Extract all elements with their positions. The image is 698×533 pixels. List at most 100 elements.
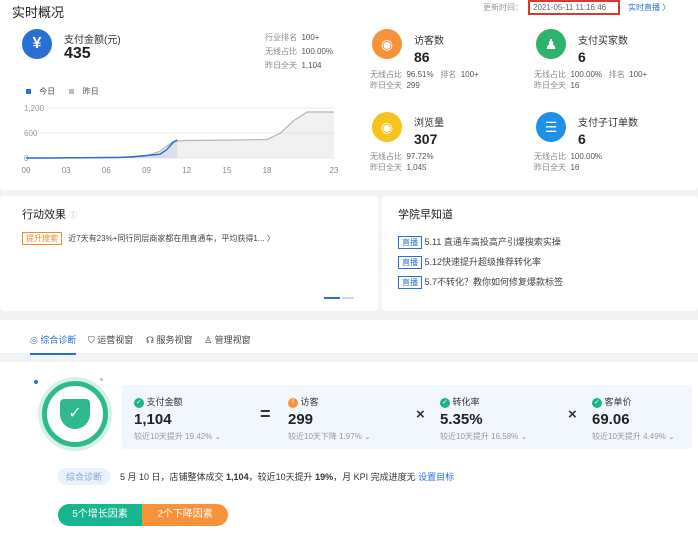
x-tick-label: 12 (182, 166, 191, 175)
metric-name: 访客数 (414, 36, 444, 47)
summary-text: ，较近10天提升 (248, 472, 316, 482)
metric-value: 307 (414, 131, 438, 147)
news-text: 5.12快速提升超级推荐转化率 (424, 257, 542, 267)
op-times: × (568, 406, 577, 423)
news-item[interactable]: 直播 5.7不转化？教你如何修复爆款标签 (398, 276, 563, 289)
legend-yesterday: 昨日 (82, 87, 99, 96)
chevron-down-icon[interactable]: ⌄ (215, 432, 222, 441)
update-time: 2021-05-11 11:16:46 (528, 0, 620, 15)
academy-title: 学院早知道 (398, 209, 453, 221)
tab-service[interactable]: ☊ 服务视窗 (146, 333, 193, 346)
formula-value: 1,104 (134, 411, 172, 428)
warning-icon: ! (288, 397, 298, 408)
metric-name: 支付买家数 (578, 36, 628, 47)
metric-suborders: 支付子订单数 6 无线占比 100.00% 昨日全天 16 (534, 114, 694, 173)
x-tick-label: 15 (222, 166, 231, 175)
op-times: × (416, 406, 425, 423)
yen-icon: ¥ (22, 29, 52, 59)
action-text: 近7天有23%+同行同层商家都在用直通车，平均获得1... 〉 (68, 234, 275, 243)
summary-text: 5 月 10 日，店铺整体成交 (120, 472, 227, 482)
metric-name: 支付子订单数 (578, 118, 638, 129)
metric-pageviews: 浏览量 307 无线占比 97.72% 昨日全天 1,045 (370, 114, 530, 173)
formula-value: 69.06 (592, 411, 630, 428)
op-equals: = (260, 404, 271, 424)
live-tag: 直播 (398, 236, 422, 249)
pay-amount-stats: 行业排名 100+ 无线占比 100.00% 昨日全天 1,104 (265, 33, 334, 70)
metric-stats: 无线占比 97.72% 昨日全天 1,045 (370, 152, 434, 172)
chevron-down-icon[interactable]: ⌄ (668, 432, 675, 441)
summary-amount: 1,104 (226, 472, 249, 482)
tab-diagnosis[interactable]: ◎ 综合诊断 (30, 333, 77, 355)
decline-factors-pill[interactable]: 2个下降因素 (142, 504, 228, 526)
series-yesterday-area (26, 112, 334, 158)
action-row[interactable]: 提升搜索 近7天有23%+同行同层商家都在用直通车，平均获得1... 〉 (22, 232, 275, 245)
realtime-chart: 1,200600000 03 06 09 12 15 18 23 (22, 104, 339, 175)
headset-icon: ☊ (146, 335, 154, 345)
formula-note: 较近10天提升 16.58% (440, 432, 519, 441)
formula-visitors: ! 访客 299 较近10天下降 1.97% ⌄ (288, 395, 418, 442)
set-goal-link[interactable]: 设置目标 (418, 472, 454, 482)
chevron-down-icon[interactable]: ⌄ (364, 432, 371, 441)
summary-row: 综合诊断 5 月 10 日，店铺整体成交 1,104，较近10天提升 19%，月 … (58, 468, 454, 485)
check-icon: ✓ (440, 397, 450, 408)
action-title: 行动效果 ⓘ (22, 209, 78, 221)
info-icon: ⓘ (69, 211, 78, 220)
tab-management[interactable]: ♙ 管理视窗 (204, 333, 251, 346)
chart-legend: 今日 昨日 (26, 86, 99, 97)
x-tick-label: 18 (263, 166, 272, 175)
x-tick-label: 23 (330, 166, 339, 175)
x-tick-label: 00 (22, 166, 31, 175)
legend-today-swatch (26, 89, 31, 95)
check-icon: ✓ (134, 397, 144, 408)
x-tick-label: 06 (102, 166, 111, 175)
formula-note: 较近10天提升 19.42% (134, 432, 213, 441)
y-tick-label: 1,200 (24, 104, 45, 113)
news-text: 5.11 直通车高投高产引爆搜索实操 (424, 237, 561, 247)
dot-decor (100, 378, 103, 381)
pay-amount-value: 435 (64, 45, 91, 62)
x-tick-label: 03 (62, 166, 71, 175)
action-tag: 提升搜索 (22, 232, 62, 245)
summary-text: ，月 KPI 完成进度无 (333, 472, 419, 482)
metric-visitors: 访客数 86 无线占比 96.51% 排名 100+ 昨日全天 299 (370, 32, 530, 91)
formula-conversion: ✓ 转化率 5.35% 较近10天提升 16.58% ⌄ (440, 395, 570, 442)
summary-pct: 19% (315, 472, 334, 482)
news-item[interactable]: 直播 5.12快速提升超级推荐转化率 (398, 256, 541, 269)
chevron-down-icon[interactable]: ⌄ (521, 432, 528, 441)
formula-pay: ✓ 支付金额 1,104 较近10天提升 19.42% ⌄ (134, 395, 254, 442)
realtime-live-link[interactable]: 实时直播 〉 (628, 2, 670, 14)
formula-note: 较近10天下降 1.97% (288, 432, 362, 441)
summary-badge: 综合诊断 (58, 468, 111, 485)
update-time-label: 更新时间： (483, 3, 523, 12)
x-tick-label: 09 (142, 166, 151, 175)
realtime-title: 实时概况 (12, 5, 65, 20)
legend-yesterday-swatch (69, 89, 75, 95)
news-item[interactable]: 直播 5.11 直通车高投高产引爆搜索实操 (398, 236, 561, 249)
dot-decor (34, 380, 38, 384)
pager-indicator[interactable] (324, 297, 340, 299)
metric-value: 6 (578, 131, 586, 147)
pager-indicator[interactable] (342, 297, 354, 299)
shield-icon: ⛉ (88, 335, 95, 345)
metric-value: 6 (578, 49, 586, 65)
metric-stats: 无线占比 100.00% 排名 100+ 昨日全天 16 (534, 70, 648, 90)
metric-stats: 无线占比 100.00% 昨日全天 16 (534, 152, 603, 172)
series-today-line (26, 139, 178, 159)
diagnosis-icon: ◎ (30, 335, 38, 345)
growth-factors-pill[interactable]: 5个增长因素 (58, 504, 142, 526)
formula-aov: ✓ 客单价 69.06 较近10天提升 4.49% ⌄ (592, 395, 692, 442)
check-icon: ✓ (592, 397, 602, 408)
metric-buyers: 支付买家数 6 无线占比 100.00% 排名 100+ 昨日全天 16 (534, 32, 694, 91)
news-text: 5.7不转化？教你如何修复爆款标签 (424, 277, 564, 287)
metric-value: 86 (414, 49, 430, 65)
formula-value: 299 (288, 411, 314, 428)
y-tick-label: 600 (24, 129, 38, 138)
shield-check-icon: ✓ (60, 399, 90, 429)
tab-operations[interactable]: ⛉ 运营视窗 (88, 333, 133, 346)
formula-value: 5.35% (440, 411, 483, 428)
legend-today: 今日 (39, 87, 56, 96)
metric-name: 浏览量 (414, 118, 444, 129)
live-tag: 直播 (398, 276, 422, 289)
metric-stats: 无线占比 96.51% 排名 100+ 昨日全天 299 (370, 70, 479, 90)
pay-amount-name: 支付金额(元) (64, 35, 121, 46)
